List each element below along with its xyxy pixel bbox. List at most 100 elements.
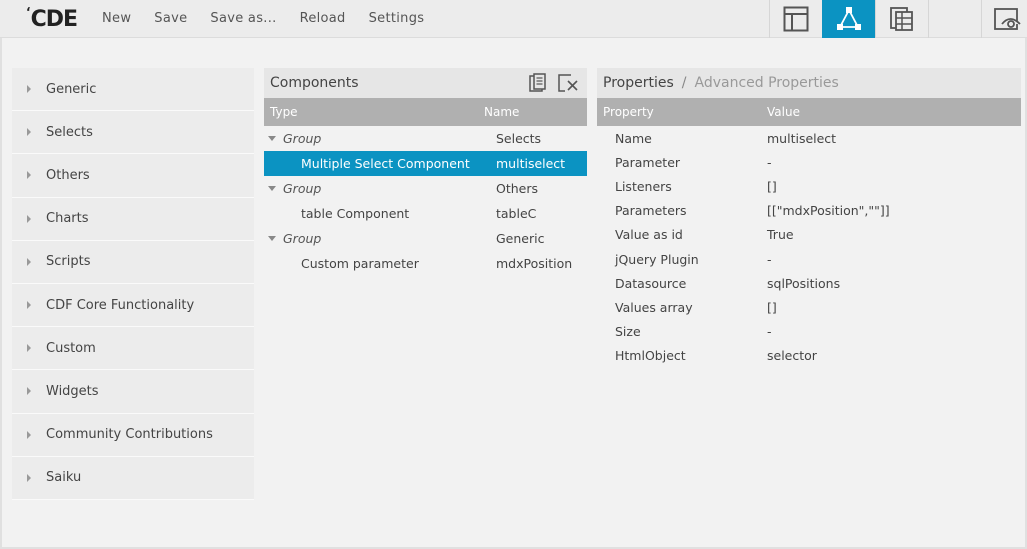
- preview-button[interactable]: [981, 0, 1027, 38]
- property-value[interactable]: -: [767, 155, 772, 170]
- properties-tab[interactable]: Properties: [603, 75, 674, 91]
- property-value[interactable]: -: [767, 252, 772, 267]
- palette-item-community[interactable]: Community Contributions: [12, 413, 254, 457]
- caret-right-icon: [27, 301, 31, 310]
- type-column-label: Type: [270, 105, 298, 119]
- palette-item-custom[interactable]: Custom: [12, 327, 254, 371]
- component-type: Multiple Select Component: [301, 156, 470, 171]
- reload-button[interactable]: Reload: [300, 11, 346, 26]
- view-switcher: [769, 0, 1027, 38]
- properties-column-header: Property Value: [597, 98, 1021, 126]
- datasources-view-button[interactable]: [875, 0, 928, 38]
- palette-item-widgets[interactable]: Widgets: [12, 370, 254, 414]
- palette-item-label: Selects: [46, 124, 93, 140]
- property-value[interactable]: multiselect: [767, 131, 836, 146]
- caret-down-icon[interactable]: [268, 136, 276, 141]
- datasources-icon: [890, 7, 913, 31]
- components-icon: [837, 7, 861, 30]
- caret-down-icon[interactable]: [268, 186, 276, 191]
- group-row-generic[interactable]: Group Generic: [264, 226, 587, 251]
- caret-right-icon: [27, 344, 31, 353]
- caret-right-icon: [27, 387, 31, 396]
- component-name: tableC: [496, 206, 537, 221]
- group-label: Group: [283, 131, 322, 146]
- palette-item-saiku[interactable]: Saiku: [12, 456, 254, 500]
- property-row-parameter: Parameter -: [597, 150, 1021, 174]
- properties-panel: Properties / Advanced Properties Propert…: [597, 68, 1021, 368]
- save-button[interactable]: Save: [154, 11, 187, 26]
- property-value[interactable]: True: [767, 227, 794, 242]
- property-column-label: Property: [603, 105, 654, 119]
- property-key: Name: [615, 130, 652, 146]
- property-key: Value as id: [615, 227, 683, 243]
- advanced-properties-tab[interactable]: Advanced Properties: [694, 75, 838, 91]
- logo-tick: ‘: [26, 5, 30, 19]
- components-column-header: Type Name: [264, 98, 587, 126]
- property-key: HtmlObject: [615, 348, 686, 364]
- property-value[interactable]: []: [767, 300, 777, 315]
- palette-item-label: Saiku: [46, 470, 82, 486]
- component-row-mdxposition[interactable]: Custom parameter mdxPosition: [264, 251, 587, 276]
- preview-icon: [994, 8, 1021, 30]
- property-value[interactable]: selector: [767, 348, 817, 363]
- group-row-others[interactable]: Group Others: [264, 176, 587, 201]
- caret-right-icon: [27, 473, 31, 482]
- properties-separator: /: [681, 75, 687, 91]
- palette-item-label: Custom: [46, 340, 96, 356]
- duplicate-icon[interactable]: [527, 73, 549, 93]
- property-key: Parameters: [615, 203, 687, 219]
- group-name: Others: [496, 181, 539, 196]
- palette-item-label: Others: [46, 167, 90, 183]
- property-key: Listeners: [615, 178, 672, 194]
- property-key: Size: [615, 324, 641, 340]
- property-row-value-as-id: Value as id True: [597, 223, 1021, 247]
- component-row-multiselect[interactable]: Multiple Select Component multiselect: [264, 151, 587, 176]
- property-key: Values array: [615, 299, 693, 315]
- value-column-label: Value: [767, 105, 800, 119]
- component-name: mdxPosition: [496, 256, 573, 271]
- palette-item-selects[interactable]: Selects: [12, 111, 254, 155]
- save-as-button[interactable]: Save as...: [210, 11, 276, 26]
- group-name: Selects: [496, 131, 542, 146]
- component-type: Custom parameter: [301, 256, 419, 271]
- settings-button[interactable]: Settings: [369, 11, 425, 26]
- property-value[interactable]: sqlPositions: [767, 276, 840, 291]
- layout-icon: [783, 6, 809, 32]
- palette-item-generic[interactable]: Generic: [12, 68, 254, 112]
- toolbar-spacer: [928, 0, 981, 38]
- components-palette: Generic Selects Others Charts Scripts CD…: [12, 68, 254, 500]
- components-view-button[interactable]: [822, 0, 875, 38]
- delete-icon[interactable]: [557, 73, 579, 93]
- palette-item-charts[interactable]: Charts: [12, 197, 254, 241]
- property-row-datasource: Datasource sqlPositions: [597, 271, 1021, 295]
- cde-logo[interactable]: ‘ CDE: [26, 4, 78, 34]
- palette-item-cdf-core[interactable]: CDF Core Functionality: [12, 283, 254, 328]
- property-value[interactable]: -: [767, 324, 772, 339]
- property-key: Datasource: [615, 275, 687, 291]
- group-row-selects[interactable]: Group Selects: [264, 126, 587, 151]
- name-column-label: Name: [484, 105, 520, 119]
- component-row-tablec[interactable]: table Component tableC: [264, 201, 587, 226]
- components-panel: Components Type Name Group Selects Multi…: [264, 68, 587, 278]
- caret-down-icon[interactable]: [268, 236, 276, 241]
- top-toolbar: ‘ CDE New Save Save as... Reload Setting…: [0, 0, 1027, 38]
- components-title: Components: [270, 75, 359, 91]
- palette-item-others[interactable]: Others: [12, 154, 254, 198]
- layout-view-button[interactable]: [769, 0, 822, 38]
- palette-item-label: CDF Core Functionality: [46, 297, 195, 313]
- property-row-size: Size -: [597, 320, 1021, 344]
- group-label: Group: [283, 181, 322, 196]
- caret-right-icon: [27, 85, 31, 94]
- components-header: Components: [264, 68, 587, 98]
- new-button[interactable]: New: [102, 11, 131, 26]
- property-value[interactable]: []: [767, 179, 777, 194]
- property-key: jQuery Plugin: [615, 251, 699, 267]
- palette-item-scripts[interactable]: Scripts: [12, 240, 254, 284]
- property-row-listeners: Listeners []: [597, 174, 1021, 198]
- caret-right-icon: [27, 257, 31, 266]
- property-row-values-array: Values array []: [597, 295, 1021, 319]
- logo-text: CDE: [30, 6, 78, 32]
- group-label: Group: [283, 231, 322, 246]
- components-actions: [519, 73, 579, 93]
- property-value[interactable]: [["mdxPosition",""]]: [767, 203, 890, 218]
